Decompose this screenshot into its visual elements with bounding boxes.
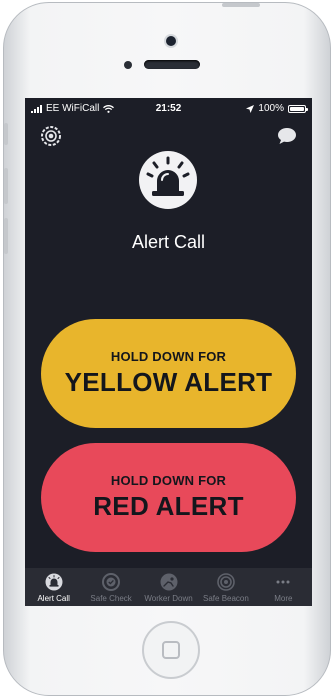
tab-label: More xyxy=(274,594,293,603)
battery-icon xyxy=(288,104,308,113)
tab-safe-check[interactable]: Safe Check xyxy=(82,568,139,606)
check-circle-icon xyxy=(102,573,121,591)
tab-label: Safe Beacon xyxy=(203,594,249,603)
tab-more[interactable]: More xyxy=(255,568,312,606)
yellow-alert-label: YELLOW ALERT xyxy=(64,367,273,397)
earpiece-speaker xyxy=(144,60,200,69)
yellow-alert-button[interactable]: HOLD DOWN FOR YELLOW ALERT xyxy=(41,319,296,428)
red-alert-label: RED ALERT xyxy=(93,491,244,521)
worker-down-icon xyxy=(160,573,178,591)
alarm-bell-icon xyxy=(139,151,197,209)
beacon-icon xyxy=(217,573,235,591)
page-title: Alert Call xyxy=(131,232,206,252)
tab-bar: Alert Call Safe Check Worker Down Safe B… xyxy=(25,568,312,606)
power-button xyxy=(222,3,260,7)
tab-label: Worker Down xyxy=(144,594,193,603)
alarm-icon xyxy=(45,573,63,591)
tab-label: Safe Check xyxy=(90,594,132,603)
tab-safe-beacon[interactable]: Safe Beacon xyxy=(197,568,254,606)
status-bar: EE WiFiCall 21:52 100% xyxy=(25,98,312,118)
tab-worker-down[interactable]: Worker Down xyxy=(140,568,197,606)
yellow-alert-hold-text: HOLD DOWN FOR xyxy=(110,349,227,364)
volume-up-button xyxy=(4,168,8,204)
battery-percent: 100% xyxy=(258,103,284,114)
app-screen: EE WiFiCall 21:52 100% Alert Call HOLD D… xyxy=(25,98,312,606)
chat-bubble-icon[interactable] xyxy=(276,125,298,147)
mute-switch xyxy=(4,123,8,145)
volume-down-button xyxy=(4,218,8,254)
location-arrow-icon xyxy=(246,104,255,113)
red-alert-hold-text: HOLD DOWN FOR xyxy=(110,473,227,488)
front-camera xyxy=(166,36,176,46)
red-alert-button[interactable]: HOLD DOWN FOR RED ALERT xyxy=(41,443,296,552)
tab-label: Alert Call xyxy=(37,594,70,603)
more-dots-icon xyxy=(276,580,290,584)
home-button[interactable] xyxy=(142,621,200,679)
settings-target-icon[interactable] xyxy=(40,125,62,147)
tab-alert-call[interactable]: Alert Call xyxy=(25,568,82,606)
proximity-sensor xyxy=(124,61,132,69)
